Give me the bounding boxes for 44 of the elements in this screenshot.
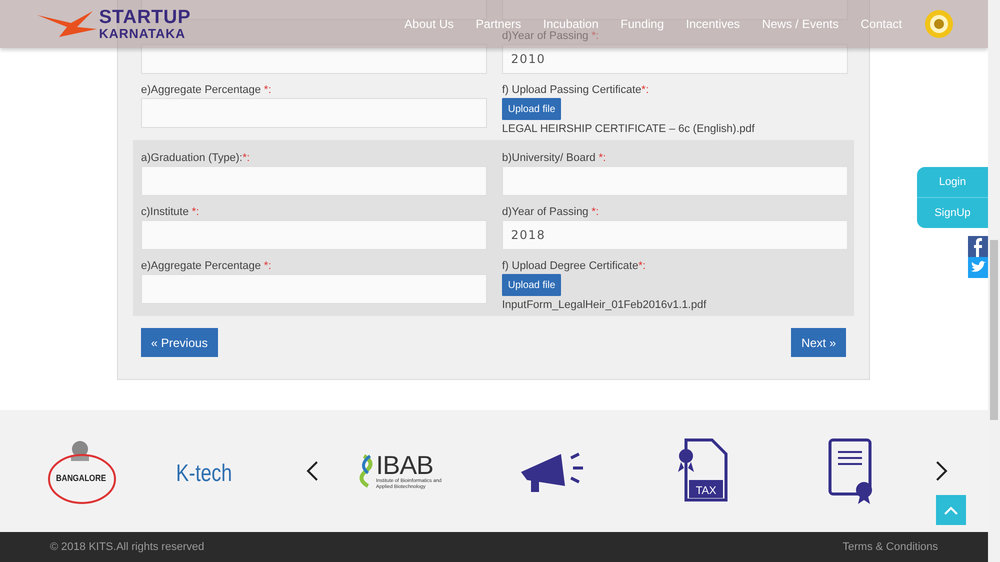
input-field[interactable] [141,166,487,196]
file-name: InputForm_LegalHeir_01Feb2016v1.1.pdf [502,299,708,311]
logo-text: IBAB [376,452,434,478]
chevron-up-icon [944,506,958,514]
side-link[interactable]: Login [917,167,988,197]
nav-link[interactable]: About Us [404,17,454,31]
nav-link[interactable]: Incubation [543,17,599,31]
input-field[interactable] [141,98,487,128]
emblem-icon [924,9,954,39]
upload-button[interactable]: Upload file [502,98,562,120]
nav-link[interactable]: News / Events [762,17,839,31]
bird-logo-icon [37,9,97,39]
nav-link[interactable]: Incentives [686,17,740,31]
input-field[interactable] [141,44,487,74]
brand-subtitle: KARNATAKA [99,27,187,40]
scroll-top-button[interactable] [936,495,966,525]
input-field[interactable]: 2018 [502,220,848,250]
field-label: e)Aggregate Percentage *: [141,84,272,96]
terms-link[interactable]: Terms & Conditions [842,541,938,553]
field-label: e)Aggregate Percentage *: [141,260,272,272]
field-label: f) Upload Passing Certificate*: [502,84,649,96]
brand-name: STARTUP [99,8,191,27]
next-button[interactable]: Next » [791,328,846,357]
field-label: b)University/ Board *: [502,152,606,164]
twitter-icon[interactable] [968,257,988,278]
field-label: d)Year of Passing *: [502,30,599,42]
nav-link[interactable]: Funding [620,17,664,31]
facebook-icon[interactable] [968,236,988,257]
scrollbar[interactable] [988,0,1000,562]
input-field[interactable] [141,274,487,304]
field-label: f) Upload Degree Certificate*: [502,260,646,272]
field-label: c)Institute *: [141,206,200,218]
file-name: LEGAL HEIRSHIP CERTIFICATE – 6c (English).pdf [502,123,756,135]
nav-link[interactable]: Partners [476,17,522,31]
nav-link[interactable]: Contact [860,17,902,31]
input-field[interactable] [141,220,487,250]
copyright-text: © 2018 KITS.All rights reserved [50,541,204,553]
field-label: a)Graduation (Type):*: [141,152,250,164]
upload-button[interactable]: Upload file [502,274,562,296]
field-label: d)Year of Passing *: [502,206,599,218]
ktech-logo: K-tech [172,451,252,491]
previous-button[interactable]: « Previous [141,328,218,357]
input-field[interactable] [502,166,848,196]
input-field[interactable]: 2010 [502,44,848,74]
